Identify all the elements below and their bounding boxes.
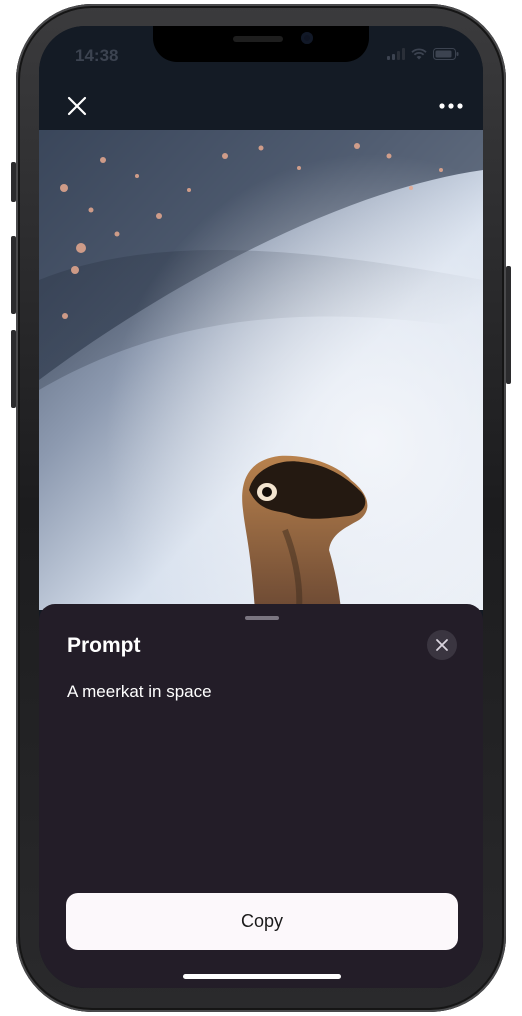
top-bar: 14:38 [39,26,483,130]
power-button [506,266,511,384]
status-time: 14:38 [75,46,119,65]
mute-switch [11,162,16,202]
home-indicator[interactable] [183,974,341,979]
close-icon[interactable] [427,630,457,660]
prompt-sheet: Prompt A meerkat in space Copy [39,604,483,988]
wifi-icon [411,48,427,60]
battery-icon [433,48,459,60]
notch [153,26,369,62]
status-icons [387,46,459,62]
volume-up-button [11,236,16,314]
copy-button[interactable]: Copy [66,893,458,950]
speaker-grille [233,36,283,42]
close-icon[interactable] [63,92,91,120]
prompt-text: A meerkat in space [67,682,212,701]
front-camera [301,32,313,44]
more-horizontal-icon[interactable] [437,92,465,120]
copy-button-label: Copy [240,911,284,931]
phone-screen: 14:38 Prompt A meerkat in space Copy [39,26,483,988]
volume-down-button [11,330,16,408]
sheet-title: Prompt [67,634,141,657]
generated-image[interactable] [39,130,483,610]
sheet-grabber[interactable] [245,616,279,620]
signal-icon [387,48,405,60]
